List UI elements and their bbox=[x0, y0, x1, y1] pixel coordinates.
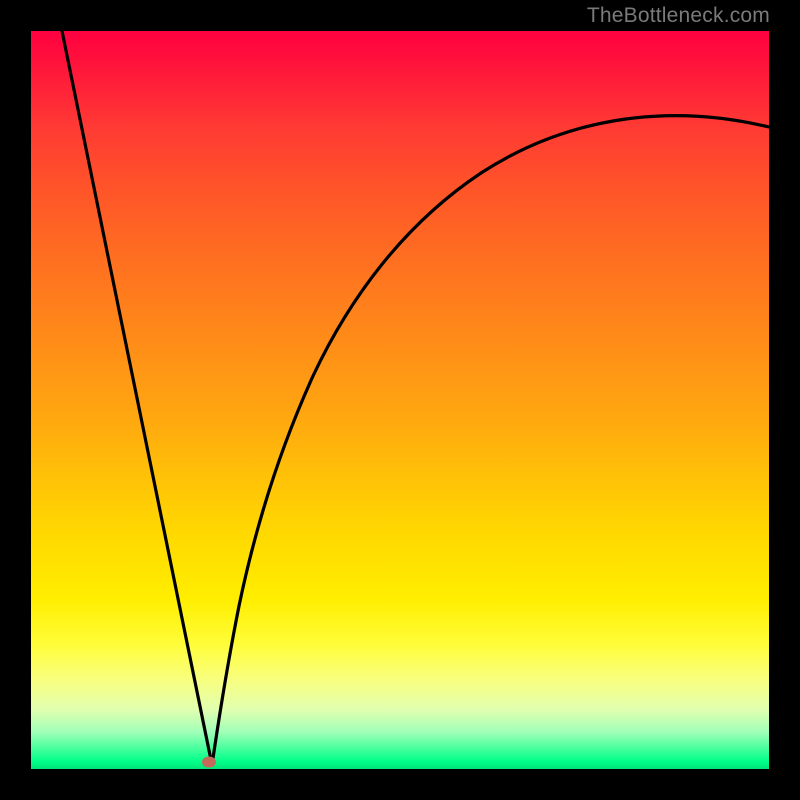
curve-right-branch bbox=[212, 116, 769, 765]
min-marker bbox=[202, 757, 216, 768]
watermark-text: TheBottleneck.com bbox=[587, 4, 770, 28]
plot-area bbox=[31, 31, 769, 769]
chart-frame: TheBottleneck.com bbox=[0, 0, 800, 800]
curve-left-branch bbox=[62, 31, 212, 765]
curve-layer bbox=[31, 31, 769, 769]
